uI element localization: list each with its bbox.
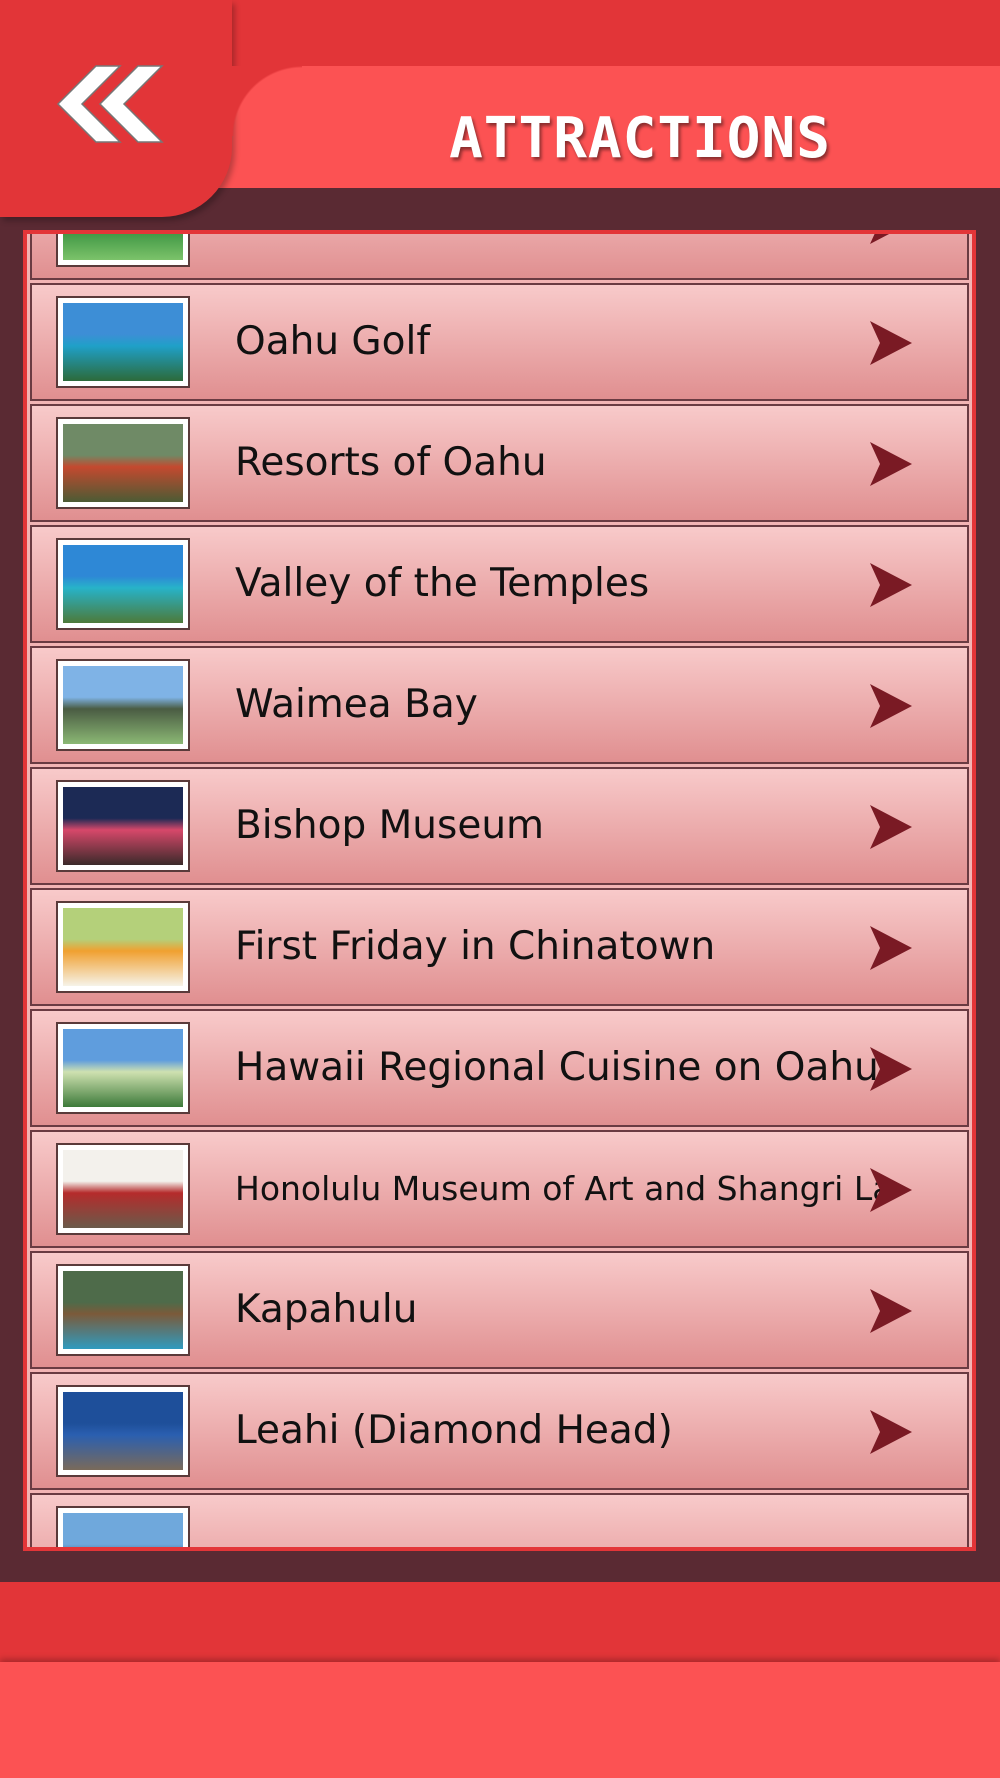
list-item-label: Leahi (Diamond Head) — [235, 1408, 673, 1453]
list-item-label: First Friday in Chinatown — [235, 924, 716, 969]
thumbnail-image — [56, 901, 190, 993]
chevron-right-icon — [870, 1047, 912, 1091]
photo — [63, 908, 183, 986]
page-title: ATTRACTIONS — [449, 106, 831, 171]
chevron-right-icon — [870, 1168, 912, 1212]
photo — [63, 787, 183, 865]
thumbnail-image — [56, 234, 190, 267]
list-item-label: North Shore — [235, 234, 469, 278]
photo — [63, 1271, 183, 1349]
chevron-right-icon — [870, 1289, 912, 1333]
thumbnail-image — [56, 1143, 190, 1235]
list-item[interactable]: North Shore — [30, 234, 969, 280]
thumbnail-image — [56, 538, 190, 630]
list-item-label: Oahu Golf — [235, 319, 431, 364]
photo — [63, 1392, 183, 1470]
list-item[interactable]: Honolulu Museum of Art and Shangri La — [30, 1130, 969, 1248]
thumbnail-image — [56, 1385, 190, 1477]
list-item[interactable]: Hawaii Regional Cuisine on Oahu — [30, 1009, 969, 1127]
list-item-label: Valley of the Temples — [235, 561, 650, 606]
thumbnail-image — [56, 1506, 190, 1547]
photo — [63, 303, 183, 381]
list-item[interactable]: Resorts of Oahu — [30, 404, 969, 522]
attractions-list[interactable]: North Shore Oahu Golf Resorts of Oahu Valle… — [23, 230, 976, 1551]
list-item[interactable]: Kapahulu — [30, 1251, 969, 1369]
chevron-right-icon — [870, 1410, 912, 1454]
list-item[interactable]: Valley of the Temples — [30, 525, 969, 643]
double-chevron-left-icon — [56, 65, 164, 143]
list-item[interactable]: Bishop Museum — [30, 767, 969, 885]
chevron-right-icon — [870, 563, 912, 607]
thumbnail-image — [56, 1022, 190, 1114]
photo — [63, 1150, 183, 1228]
thumbnail-image — [56, 417, 190, 509]
list-item[interactable]: Leahi (Diamond Head) — [30, 1372, 969, 1490]
thumbnail-image — [56, 659, 190, 751]
list-item[interactable]: Waimea Bay — [30, 646, 969, 764]
chevron-right-icon — [870, 926, 912, 970]
thumbnail-image — [56, 296, 190, 388]
attractions-list-content: North Shore Oahu Golf Resorts of Oahu Valle… — [27, 234, 972, 1547]
chevron-right-icon — [870, 805, 912, 849]
list-item-label: Hawaii Regional Cuisine on Oahu — [235, 1045, 879, 1090]
footer-top-band — [0, 1582, 1000, 1662]
list-item-label: Resorts of Oahu — [235, 440, 547, 485]
chevron-right-icon — [870, 442, 912, 486]
list-item[interactable]: First Friday in Chinatown — [30, 888, 969, 1006]
chevron-right-icon — [870, 321, 912, 365]
thumbnail-image — [56, 1264, 190, 1356]
thumbnail-image — [56, 780, 190, 872]
back-button[interactable] — [0, 0, 302, 217]
chevron-right-icon — [870, 234, 890, 244]
photo — [63, 545, 183, 623]
photo — [63, 1513, 183, 1547]
list-item[interactable]: Oahu Golf — [30, 283, 969, 401]
footer-bar — [0, 1662, 1000, 1778]
list-item-label: Waimea Bay — [235, 682, 478, 727]
list-item-label: Honolulu Museum of Art and Shangri La — [235, 1169, 893, 1208]
photo — [63, 424, 183, 502]
photo — [63, 234, 183, 260]
photo — [63, 1029, 183, 1107]
photo — [63, 666, 183, 744]
list-item-label: Bishop Museum — [235, 803, 545, 848]
list-item[interactable] — [30, 1493, 969, 1547]
list-item-label: Kapahulu — [235, 1287, 418, 1332]
chevron-right-icon — [870, 684, 912, 728]
